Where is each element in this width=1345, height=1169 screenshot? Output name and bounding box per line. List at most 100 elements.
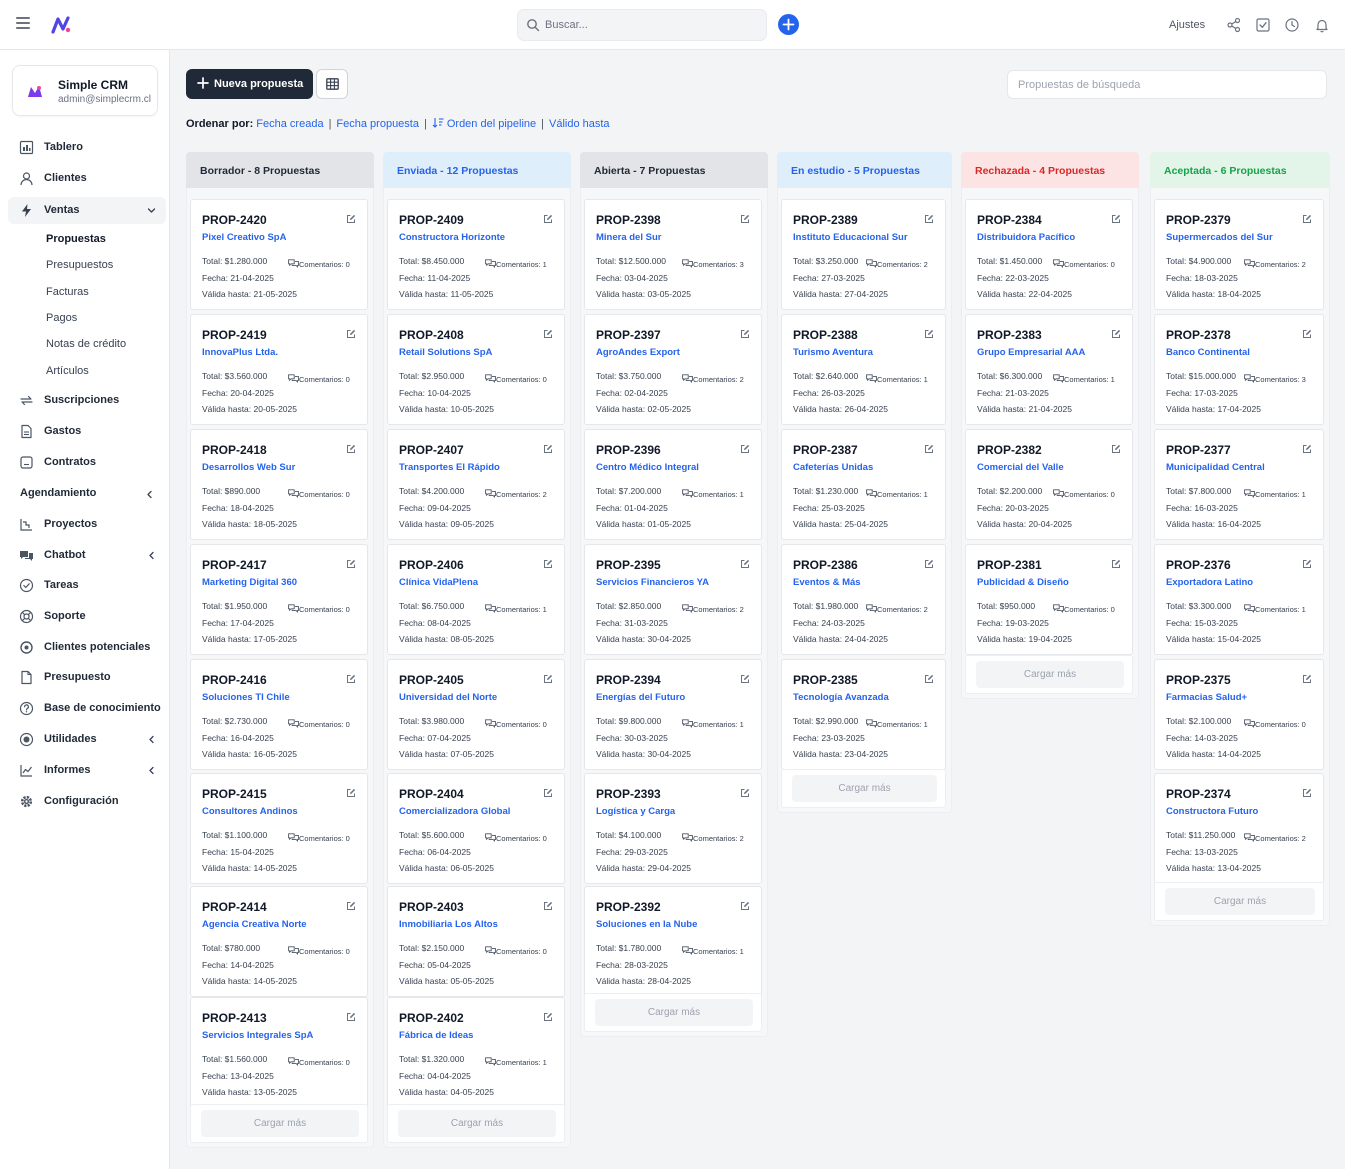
comments-count[interactable]: Comentarios: 1 [682,943,744,957]
sub-nav-pagos[interactable]: Pagos [46,312,77,324]
comments-count[interactable]: Comentarios: 1 [1053,371,1115,385]
comments-count[interactable]: Comentarios: 2 [1244,256,1306,270]
client-link[interactable]: Servicios Financieros YA [596,577,709,588]
edit-icon[interactable] [924,213,934,223]
nav-tareas[interactable]: Tareas [8,572,166,599]
proposal-card[interactable]: PROP-2382 Comercial del Valle Total: $2.20… [965,429,1133,540]
proposal-card[interactable]: PROP-2409 Constructora Horizonte Total: $8… [387,199,565,310]
proposal-id[interactable]: PROP-2375 [1166,673,1231,687]
edit-icon[interactable] [924,443,934,453]
proposal-card[interactable]: PROP-2395 Servicios Financieros YA Total: … [584,544,762,655]
menu-icon[interactable] [16,17,30,29]
comments-count[interactable]: Comentarios: 0 [485,943,547,957]
nav-clientes[interactable]: Clientes [8,165,166,192]
proposal-card[interactable]: PROP-2417 Marketing Digital 360 Total: $1.… [190,544,368,655]
quick-add-button[interactable] [778,14,799,35]
proposal-id[interactable]: PROP-2388 [793,328,858,342]
proposal-id[interactable]: PROP-2403 [399,900,464,914]
client-link[interactable]: Tecnología Avanzada [793,692,889,703]
client-link[interactable]: Constructora Horizonte [399,232,505,243]
clock-icon[interactable] [1284,17,1300,33]
proposal-id[interactable]: PROP-2420 [202,213,267,227]
table-view-button[interactable] [316,69,348,99]
edit-icon[interactable] [346,673,356,683]
comments-count[interactable]: Comentarios: 3 [1244,371,1306,385]
nav-informes[interactable]: Informes [8,757,166,784]
app-logo[interactable] [50,14,72,36]
proposal-id[interactable]: PROP-2406 [399,558,464,572]
nav-proyectos[interactable]: Proyectos [8,511,166,538]
edit-icon[interactable] [543,787,553,797]
comments-count[interactable]: Comentarios: 0 [485,830,547,844]
edit-icon[interactable] [1302,787,1312,797]
client-link[interactable]: Grupo Empresarial AAA [977,347,1085,358]
proposal-card[interactable]: PROP-2407 Transportes El Rápido Total: $4.… [387,429,565,540]
comments-count[interactable]: Comentarios: 2 [866,601,928,615]
comments-count[interactable]: Comentarios: 0 [288,830,350,844]
proposal-id[interactable]: PROP-2417 [202,558,267,572]
comments-count[interactable]: Comentarios: 0 [288,1054,350,1068]
comments-count[interactable]: Comentarios: 0 [288,486,350,500]
edit-icon[interactable] [543,900,553,910]
proposal-id[interactable]: PROP-2414 [202,900,267,914]
edit-icon[interactable] [543,1011,553,1021]
client-link[interactable]: InnovaPlus Ltda. [202,347,278,358]
client-link[interactable]: Energías del Futuro [596,692,685,703]
sort-valid-link[interactable]: Válido hasta [549,118,610,130]
nav-base-conocimiento[interactable]: Base de conocimiento [8,695,166,722]
comments-count[interactable]: Comentarios: 0 [485,716,547,730]
edit-icon[interactable] [1111,328,1121,338]
nav-tablero[interactable]: Tablero [8,134,166,161]
nav-clientes-potenciales[interactable]: Clientes potenciales [8,634,166,661]
comments-count[interactable]: Comentarios: 1 [866,716,928,730]
comments-count[interactable]: Comentarios: 2 [485,486,547,500]
edit-icon[interactable] [346,900,356,910]
edit-icon[interactable] [1111,213,1121,223]
edit-icon[interactable] [346,443,356,453]
comments-count[interactable]: Comentarios: 2 [866,256,928,270]
client-link[interactable]: Fábrica de Ideas [399,1030,473,1041]
nav-suscripciones[interactable]: Suscripciones [8,387,166,414]
checkbox-icon[interactable] [1255,17,1271,33]
client-link[interactable]: Comercial del Valle [977,462,1064,473]
client-link[interactable]: Minera del Sur [596,232,661,243]
comments-count[interactable]: Comentarios: 1 [1244,486,1306,500]
comments-count[interactable]: Comentarios: 0 [288,371,350,385]
comments-count[interactable]: Comentarios: 1 [682,716,744,730]
nav-section-agendamiento[interactable]: Agendamiento [20,487,96,499]
nav-utilidades[interactable]: Utilidades [8,726,166,753]
sort-pipeline-link[interactable]: Orden del pipeline [447,118,536,130]
edit-icon[interactable] [1302,443,1312,453]
proposal-id[interactable]: PROP-2382 [977,443,1042,457]
client-link[interactable]: Supermercados del Sur [1166,232,1273,243]
proposal-card[interactable]: PROP-2415 Consultores Andinos Total: $1.10… [190,773,368,884]
proposal-card[interactable]: PROP-2404 Comercializadora Global Total: $… [387,773,565,884]
proposal-card[interactable]: PROP-2387 Cafeterías Unidas Total: $1.230.… [781,429,946,540]
proposal-card[interactable]: PROP-2398 Minera del Sur Total: $12.500.00… [584,199,762,310]
proposal-card[interactable]: PROP-2413 Servicios Integrales SpA Total: … [190,997,368,1108]
edit-icon[interactable] [346,1011,356,1021]
comments-count[interactable]: Comentarios: 1 [485,256,547,270]
edit-icon[interactable] [740,673,750,683]
proposal-card[interactable]: PROP-2385 Tecnología Avanzada Total: $2.99… [781,659,946,770]
proposal-card[interactable]: PROP-2377 Municipalidad Central Total: $7.… [1154,429,1324,540]
account-switcher[interactable]: Simple CRM admin@simplecrm.cl [12,65,158,116]
proposal-id[interactable]: PROP-2374 [1166,787,1231,801]
client-link[interactable]: Marketing Digital 360 [202,577,297,588]
proposal-card[interactable]: PROP-2406 Clínica VidaPlena Total: $6.750.… [387,544,565,655]
proposal-id[interactable]: PROP-2416 [202,673,267,687]
sort-created-link[interactable]: Fecha creada [256,118,323,130]
client-link[interactable]: Municipalidad Central [1166,462,1265,473]
comments-count[interactable]: Comentarios: 2 [682,601,744,615]
edit-icon[interactable] [1302,558,1312,568]
nav-gastos[interactable]: Gastos [8,418,166,445]
proposal-card[interactable]: PROP-2418 Desarrollos Web Sur Total: $890.… [190,429,368,540]
comments-count[interactable]: Comentarios: 0 [1053,486,1115,500]
edit-icon[interactable] [1302,673,1312,683]
global-search[interactable] [517,9,767,41]
edit-icon[interactable] [740,443,750,453]
client-link[interactable]: Desarrollos Web Sur [202,462,295,473]
comments-count[interactable]: Comentarios: 1 [485,1054,547,1068]
proposal-id[interactable]: PROP-2397 [596,328,661,342]
client-link[interactable]: Soluciones TI Chile [202,692,290,703]
